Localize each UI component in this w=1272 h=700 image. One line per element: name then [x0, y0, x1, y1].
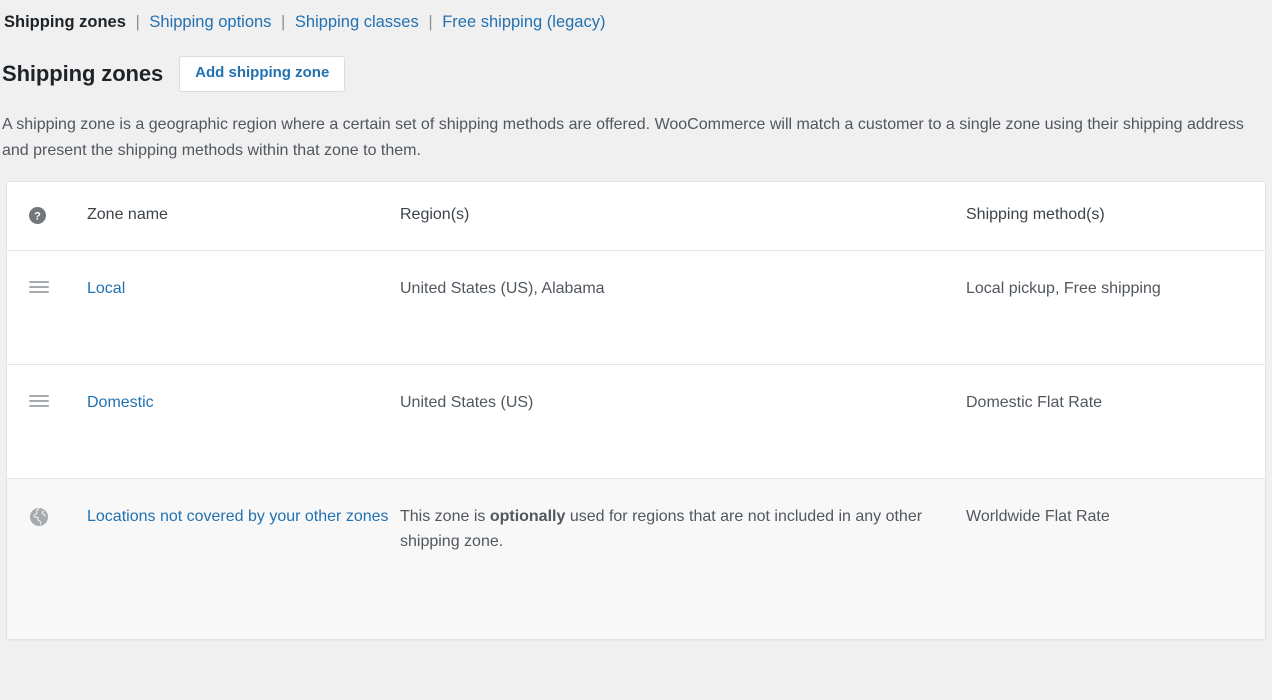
zone-name-link[interactable]: Local — [87, 280, 125, 297]
shipping-zones-table-container: ? Zone name Region(s) Shipping method(s)… — [6, 181, 1266, 639]
drag-handle-icon[interactable] — [29, 395, 49, 409]
row-methods-cell: Domestic Flat Rate — [966, 365, 1265, 479]
subnav-item-shipping-classes[interactable]: Shipping classes — [295, 13, 419, 31]
row-regions-cell: This zone is optionally used for regions… — [400, 479, 966, 639]
row-methods-cell: Worldwide Flat Rate — [966, 479, 1265, 639]
page-header: Shipping zones Add shipping zone — [0, 34, 1272, 92]
zone-name-link[interactable]: Domestic — [87, 394, 154, 411]
row-drag-cell[interactable] — [7, 251, 87, 365]
table-header-regions: Region(s) — [400, 182, 966, 251]
row-zone-name-cell: Locations not covered by your other zone… — [87, 479, 400, 639]
table-row[interactable]: Local United States (US), Alabama Local … — [7, 251, 1265, 365]
table-header-methods: Shipping method(s) — [966, 182, 1265, 251]
svg-text:?: ? — [34, 210, 41, 222]
page-title: Shipping zones — [2, 60, 163, 89]
help-icon[interactable]: ? — [29, 207, 46, 224]
table-header-zone-name: Zone name — [87, 182, 400, 251]
zone-name-link[interactable]: Locations not covered by your other zone… — [87, 508, 389, 525]
shipping-zones-table: ? Zone name Region(s) Shipping method(s)… — [7, 182, 1265, 638]
globe-icon — [29, 507, 49, 527]
subnav-separator: | — [423, 13, 437, 31]
subnav-item-free-shipping-legacy[interactable]: Free shipping (legacy) — [442, 13, 605, 31]
row-globe-cell — [7, 479, 87, 639]
page-description: A shipping zone is a geographic region w… — [2, 112, 1258, 164]
row-regions-cell: United States (US), Alabama — [400, 251, 966, 365]
subnav-separator: | — [276, 13, 290, 31]
subnav-separator: | — [131, 13, 145, 31]
table-body: Local United States (US), Alabama Local … — [7, 251, 1265, 639]
table-header: ? Zone name Region(s) Shipping method(s) — [7, 182, 1265, 251]
table-header-row: ? Zone name Region(s) Shipping method(s) — [7, 182, 1265, 251]
row-regions-cell: United States (US) — [400, 365, 966, 479]
add-shipping-zone-button[interactable]: Add shipping zone — [179, 56, 345, 92]
regions-text-emphasis: optionally — [490, 508, 566, 525]
subnav-item-shipping-zones[interactable]: Shipping zones — [4, 13, 126, 31]
shipping-subnav: Shipping zones | Shipping options | Ship… — [0, 0, 1272, 34]
row-methods-cell: Local pickup, Free shipping — [966, 251, 1265, 365]
table-row[interactable]: Domestic United States (US) Domestic Fla… — [7, 365, 1265, 479]
row-drag-cell[interactable] — [7, 365, 87, 479]
table-row-worldwide: Locations not covered by your other zone… — [7, 479, 1265, 639]
subnav-item-shipping-options[interactable]: Shipping options — [149, 13, 271, 31]
regions-text-prefix: This zone is — [400, 508, 490, 525]
table-header-help: ? — [7, 182, 87, 251]
drag-handle-icon[interactable] — [29, 281, 49, 295]
row-zone-name-cell: Local — [87, 251, 400, 365]
row-zone-name-cell: Domestic — [87, 365, 400, 479]
